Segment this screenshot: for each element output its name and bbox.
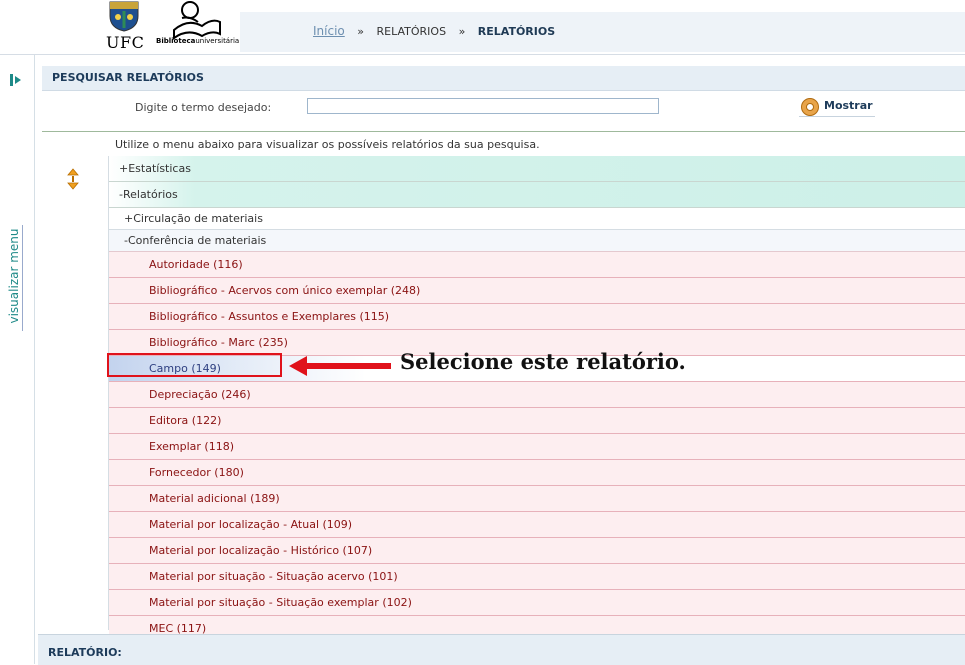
tree-node-estatisticas[interactable]: +Estatísticas — [109, 156, 965, 182]
show-menu-label[interactable]: visualizar menu — [7, 226, 21, 326]
breadcrumb: Início » RELATÓRIOS » RELATÓRIOS — [313, 24, 555, 38]
report-item[interactable]: Bibliográfico - Acervos com único exempl… — [109, 278, 965, 304]
magnifier-icon — [801, 98, 819, 116]
library-book-icon — [173, 1, 221, 40]
report-item-label: Bibliográfico - Assuntos e Exemplares (1… — [149, 310, 390, 323]
breadcrumb-separator: » — [458, 25, 466, 38]
report-item[interactable]: Bibliográfico - Assuntos e Exemplares (1… — [109, 304, 965, 330]
report-item-label: Editora (122) — [149, 414, 222, 427]
report-panel-title: RELATÓRIO: — [48, 646, 122, 659]
report-item-label: Material por localização - Atual (109) — [149, 518, 353, 531]
search-row: Digite o termo desejado: Mostrar — [42, 92, 965, 122]
breadcrumb-current: RELATÓRIOS — [477, 25, 556, 38]
show-button[interactable]: Mostrar — [799, 96, 875, 117]
tree-node-label: +Estatísticas — [119, 162, 191, 175]
report-item[interactable]: Material adicional (189) — [109, 486, 965, 512]
info-text: Utilize o menu abaixo para visualizar os… — [115, 138, 540, 151]
report-item[interactable]: Material por localização - Histórico (10… — [109, 538, 965, 564]
tree-node-label: -Conferência de materiais — [124, 234, 267, 247]
report-item[interactable]: Depreciação (246) — [109, 382, 965, 408]
report-item[interactable]: Material por localização - Atual (109) — [109, 512, 965, 538]
report-item-label: Fornecedor (180) — [149, 466, 244, 479]
tree-node-relatorios[interactable]: -Relatórios — [109, 182, 965, 208]
tree-gutter — [42, 156, 109, 630]
report-item-label: Material por situação - Situação acervo … — [149, 570, 398, 583]
tree-node-conferencia[interactable]: -Conferência de materiais — [109, 230, 965, 252]
report-panel-header: RELATÓRIO: — [38, 634, 965, 665]
ufc-crest-icon — [109, 1, 139, 32]
report-item[interactable]: Editora (122) — [109, 408, 965, 434]
library-logo-text: Bibliotecauniversitária — [156, 37, 240, 45]
ufc-logo-text: UFC — [106, 33, 145, 52]
search-panel-header: PESQUISAR RELATÓRIOS — [42, 66, 965, 91]
report-item[interactable]: Exemplar (118) — [109, 434, 965, 460]
breadcrumb-relatorios[interactable]: RELATÓRIOS — [377, 25, 447, 38]
expand-collapse-icon[interactable] — [66, 168, 80, 190]
search-input[interactable] — [307, 98, 659, 114]
ufc-logo: UFC — [104, 0, 148, 52]
show-menu-link[interactable]: visualizar menu — [4, 227, 24, 331]
tree-node-label: -Relatórios — [119, 188, 178, 201]
breadcrumb-separator: » — [357, 25, 364, 38]
show-button-label: Mostrar — [824, 99, 873, 112]
info-row: Utilize o menu abaixo para visualizar os… — [42, 131, 965, 157]
report-item-label: Autoridade (116) — [149, 258, 243, 271]
report-item-label: Material por localização - Histórico (10… — [149, 544, 373, 557]
show-menu-icon[interactable] — [9, 73, 23, 87]
report-item-label: Depreciação (246) — [149, 388, 251, 401]
report-item-label: Material adicional (189) — [149, 492, 280, 505]
page-header: UFC Bibliotecauniversitária Início » REL… — [0, 0, 965, 55]
search-panel-title: PESQUISAR RELATÓRIOS — [52, 71, 204, 84]
report-item-label: Exemplar (118) — [149, 440, 234, 453]
report-item[interactable]: Material por situação - Situação acervo … — [109, 564, 965, 590]
report-item[interactable]: Material por situação - Situação exempla… — [109, 590, 965, 616]
library-logo: Bibliotecauniversitária — [156, 0, 239, 48]
report-item[interactable]: Fornecedor (180) — [109, 460, 965, 486]
report-tree: +Estatísticas -Relatórios +Circulação de… — [109, 156, 965, 650]
annotation-callout: Selecione este relatório. — [400, 349, 686, 374]
annotation-highlight-box — [107, 353, 282, 377]
report-item-label: Material por situação - Situação exempla… — [149, 596, 412, 609]
tree-node-label: +Circulação de materiais — [124, 212, 263, 225]
annotation-arrow-icon — [289, 356, 391, 376]
report-item-label: Bibliográfico - Acervos com único exempl… — [149, 284, 421, 297]
report-item-label: Bibliográfico - Marc (235) — [149, 336, 288, 349]
search-label: Digite o termo desejado: — [135, 101, 272, 114]
report-item[interactable]: Autoridade (116) — [109, 252, 965, 278]
collapsed-sidebar: visualizar menu — [0, 55, 35, 664]
tree-node-circulacao[interactable]: +Circulação de materiais — [109, 208, 965, 230]
breadcrumb-home-link[interactable]: Início — [313, 24, 345, 38]
